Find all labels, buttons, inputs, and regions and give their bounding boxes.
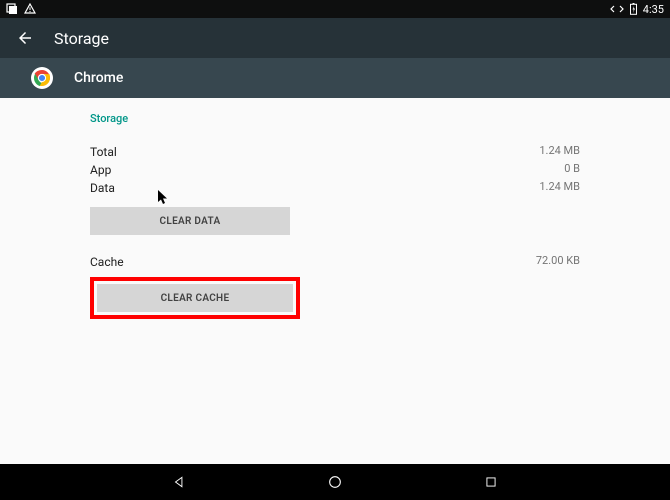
dev-icon bbox=[610, 4, 624, 14]
back-button[interactable] bbox=[16, 29, 34, 47]
row-data: Data 1.24 MB bbox=[90, 179, 580, 197]
chrome-icon bbox=[30, 66, 54, 90]
clear-data-button[interactable]: CLEAR DATA bbox=[90, 207, 290, 235]
overlay-icon bbox=[6, 3, 18, 15]
label-cache: Cache bbox=[90, 253, 124, 271]
action-bar: Storage bbox=[0, 18, 670, 58]
row-total: Total 1.24 MB bbox=[90, 143, 580, 161]
label-app: App bbox=[90, 161, 111, 179]
value-total: 1.24 MB bbox=[539, 143, 580, 161]
section-title-storage: Storage bbox=[90, 112, 580, 125]
row-cache: Cache 72.00 KB bbox=[90, 253, 580, 271]
content-area: Storage Total 1.24 MB App 0 B Data 1.24 … bbox=[0, 98, 670, 319]
value-app: 0 B bbox=[564, 161, 580, 179]
label-total: Total bbox=[90, 143, 117, 161]
value-cache: 72.00 KB bbox=[536, 253, 580, 271]
app-header: Chrome bbox=[0, 58, 670, 98]
status-time: 4:35 bbox=[643, 3, 664, 16]
label-data: Data bbox=[90, 179, 115, 197]
row-app: App 0 B bbox=[90, 161, 580, 179]
value-data: 1.24 MB bbox=[539, 179, 580, 197]
nav-recent-button[interactable] bbox=[483, 474, 499, 490]
battery-icon bbox=[630, 3, 637, 15]
app-name: Chrome bbox=[74, 70, 123, 86]
status-bar: 4:35 bbox=[0, 0, 670, 18]
warning-icon bbox=[24, 3, 36, 15]
nav-home-button[interactable] bbox=[327, 474, 343, 490]
action-bar-title: Storage bbox=[54, 29, 109, 48]
nav-bar bbox=[0, 464, 670, 500]
nav-back-button[interactable] bbox=[171, 474, 187, 490]
highlight-clear-cache: CLEAR CACHE bbox=[90, 277, 300, 319]
clear-cache-button[interactable]: CLEAR CACHE bbox=[97, 284, 293, 312]
